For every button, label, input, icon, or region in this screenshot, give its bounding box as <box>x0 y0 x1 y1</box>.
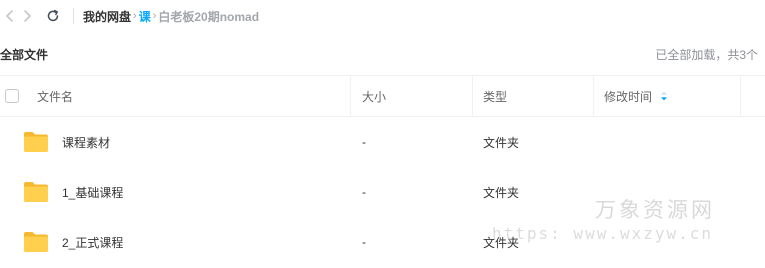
nav-divider <box>73 8 74 24</box>
file-size: - <box>362 235 366 249</box>
column-header-modified-label: 修改时间 <box>604 89 653 104</box>
table-row[interactable]: 2_正式课程 - 文件夹 <box>0 217 765 267</box>
breadcrumb-separator-icon: › <box>152 10 157 22</box>
breadcrumb-separator-icon: › <box>133 10 137 22</box>
file-type: 文件夹 <box>483 135 520 150</box>
column-divider[interactable] <box>350 76 351 116</box>
column-header-modified[interactable]: 修改时间 <box>604 76 668 116</box>
column-header-size[interactable]: 大小 <box>362 76 386 116</box>
column-divider[interactable] <box>472 76 473 116</box>
breadcrumb-root[interactable]: 我的网盘 <box>83 8 131 25</box>
folder-icon <box>24 232 48 252</box>
folder-icon <box>24 132 48 152</box>
table-header: 文件名 大小 类型 修改时间 <box>0 75 765 117</box>
folder-icon <box>24 182 48 202</box>
sort-desc-icon[interactable] <box>660 91 668 101</box>
breadcrumb: 我的网盘 › 课 › 白老板20期nomad <box>83 7 259 25</box>
refresh-button[interactable] <box>43 6 63 26</box>
column-divider[interactable] <box>593 76 594 116</box>
forward-button[interactable] <box>17 6 37 26</box>
file-type: 文件夹 <box>483 235 520 250</box>
file-size: - <box>362 135 366 149</box>
file-name[interactable]: 课程素材 <box>62 117 110 167</box>
breadcrumb-current: 白老板20期nomad <box>158 9 260 24</box>
column-divider[interactable] <box>740 76 741 116</box>
section-title: 全部文件 <box>0 48 49 62</box>
file-type: 文件夹 <box>483 185 520 200</box>
chevron-left-icon <box>6 10 13 22</box>
select-all-checkbox[interactable] <box>5 89 19 103</box>
table-row[interactable]: 课程素材 - 文件夹 <box>0 117 765 167</box>
column-header-type[interactable]: 类型 <box>483 76 507 116</box>
chevron-right-icon <box>24 10 31 22</box>
loaded-status: 已全部加载，共3个 <box>655 48 758 62</box>
file-name[interactable]: 1_基础课程 <box>62 167 123 217</box>
refresh-icon <box>47 9 59 22</box>
table-row[interactable]: 1_基础课程 - 文件夹 <box>0 167 765 217</box>
column-header-name[interactable]: 文件名 <box>37 76 73 116</box>
breadcrumb-middle[interactable]: 课 <box>139 8 151 25</box>
navigation-bar: 我的网盘 › 课 › 白老板20期nomad <box>0 0 765 34</box>
file-table: 文件名 大小 类型 修改时间 课程素材 - 文件夹 1_基础课程 - 文件夹 2… <box>0 75 765 267</box>
file-name[interactable]: 2_正式课程 <box>62 217 123 267</box>
file-size: - <box>362 185 366 199</box>
